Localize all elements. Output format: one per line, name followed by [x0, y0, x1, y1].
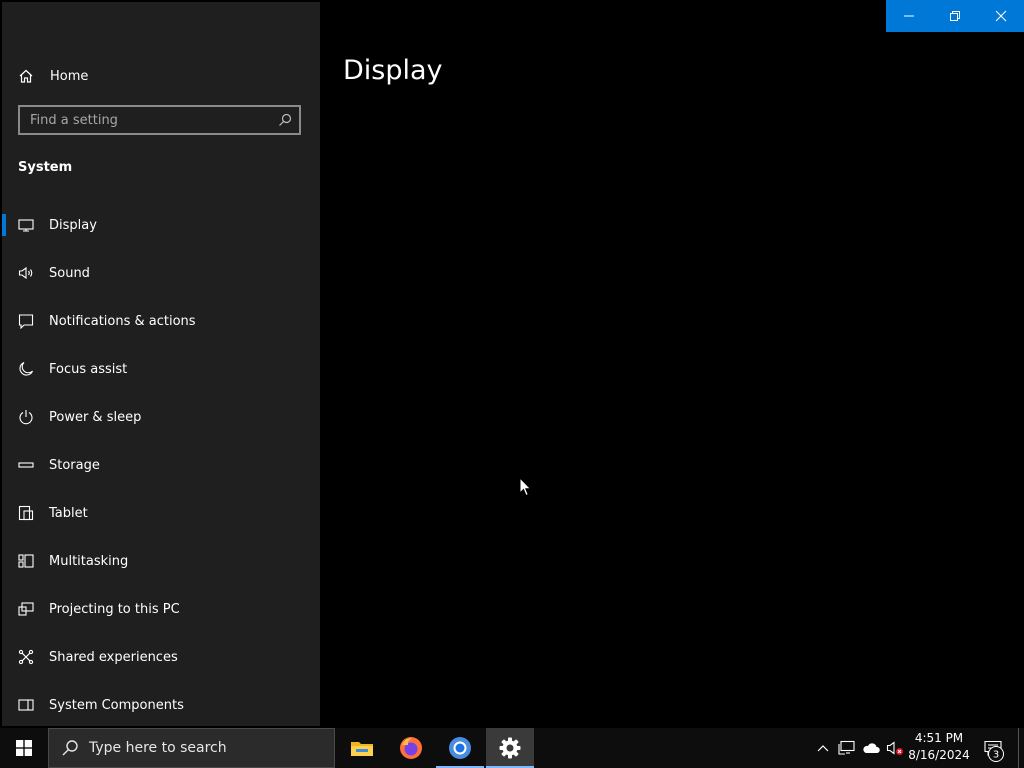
sidebar-item-label: Notifications & actions: [49, 313, 196, 329]
search-icon: [62, 740, 78, 756]
chevron-up-icon: [817, 745, 829, 752]
sidebar-item-power-sleep[interactable]: Power & sleep: [2, 393, 320, 441]
taskbar-chrome[interactable]: [436, 728, 484, 768]
sidebar-item-label: System Components: [49, 697, 184, 713]
windows-logo-icon: [16, 740, 32, 756]
notification-count-badge: 3: [988, 746, 1004, 762]
taskbar-firefox[interactable]: [387, 728, 435, 768]
onedrive-tray-button[interactable]: [860, 728, 882, 768]
page-title: Display: [343, 55, 443, 86]
close-button[interactable]: [978, 0, 1024, 32]
taskbar-settings[interactable]: [486, 728, 534, 768]
shared-experiences-icon: [18, 649, 34, 665]
restore-icon: [950, 11, 960, 21]
tablet-icon: [18, 505, 34, 521]
minimize-button[interactable]: [886, 0, 932, 32]
volume-muted-icon: [886, 741, 903, 755]
storage-icon: [18, 457, 34, 473]
sidebar-item-system-components[interactable]: System Components: [2, 681, 320, 729]
mouse-cursor-icon: [519, 477, 532, 497]
sidebar-item-label: Tablet: [49, 505, 88, 521]
monitor-icon: [18, 217, 34, 233]
taskbar-search-box[interactable]: Type here to search: [48, 728, 335, 768]
find-setting-input[interactable]: Find a setting: [18, 105, 301, 135]
section-title: System: [18, 160, 73, 175]
settings-window: Home Find a setting System Display Sound…: [0, 0, 1024, 728]
settings-nav: Display Sound Notifications & actions Fo…: [2, 201, 320, 729]
projecting-icon: [18, 601, 34, 617]
sidebar-item-notifications[interactable]: Notifications & actions: [2, 297, 320, 345]
speaker-icon: [18, 265, 34, 281]
taskbar-search-placeholder: Type here to search: [89, 740, 227, 756]
sidebar-item-label: Multitasking: [49, 553, 129, 569]
sidebar-item-multitasking[interactable]: Multitasking: [2, 537, 320, 585]
power-icon: [18, 409, 34, 425]
restore-button[interactable]: [932, 0, 978, 32]
sidebar-item-display[interactable]: Display: [2, 201, 320, 249]
system-clock[interactable]: 4:51 PM 8/16/2024: [905, 730, 973, 766]
sidebar-item-label: Shared experiences: [49, 649, 178, 665]
sidebar-item-tablet[interactable]: Tablet: [2, 489, 320, 537]
home-label: Home: [50, 68, 89, 84]
sidebar-item-label: Power & sleep: [49, 409, 142, 425]
home-link[interactable]: Home: [18, 64, 88, 88]
file-explorer-icon: [351, 742, 373, 756]
home-icon: [19, 69, 33, 83]
network-icon: [838, 740, 855, 755]
chrome-icon: [449, 737, 471, 759]
sidebar-item-storage[interactable]: Storage: [2, 441, 320, 489]
sidebar-item-label: Sound: [49, 265, 90, 281]
show-desktop-button[interactable]: [1018, 728, 1024, 768]
sidebar-item-projecting[interactable]: Projecting to this PC: [2, 585, 320, 633]
taskbar: Type here to search 4:51 PM 8/16/2024: [0, 728, 1024, 768]
sidebar-item-label: Focus assist: [49, 361, 128, 377]
volume-tray-button[interactable]: [884, 728, 906, 768]
multitasking-icon: [18, 553, 34, 569]
sidebar-item-label: Display: [49, 217, 97, 233]
cloud-icon: [863, 743, 880, 753]
search-icon[interactable]: [278, 113, 292, 127]
settings-gear-icon: [499, 737, 521, 759]
firefox-icon: [400, 737, 422, 759]
system-components-icon: [18, 697, 34, 713]
notification-icon: [18, 313, 34, 329]
show-hidden-icons-button[interactable]: [814, 728, 832, 768]
clock-date: 8/16/2024: [908, 748, 970, 762]
window-caption-buttons: [886, 0, 1024, 32]
clock-time: 4:51 PM: [914, 731, 964, 745]
minimize-icon: [904, 15, 914, 17]
sidebar-item-shared-experiences[interactable]: Shared experiences: [2, 633, 320, 681]
find-setting-placeholder: Find a setting: [30, 112, 118, 128]
network-tray-button[interactable]: [836, 728, 858, 768]
sidebar-item-label: Projecting to this PC: [49, 601, 180, 617]
sidebar-item-focus-assist[interactable]: Focus assist: [2, 345, 320, 393]
sidebar-item-sound[interactable]: Sound: [2, 249, 320, 297]
taskbar-file-explorer[interactable]: [338, 728, 386, 768]
close-icon: [995, 10, 1007, 22]
start-button[interactable]: [0, 728, 48, 768]
sidebar-item-label: Storage: [49, 457, 100, 473]
moon-icon: [18, 361, 34, 377]
notification-count: 3: [993, 750, 999, 761]
settings-sidebar: Home Find a setting System Display Sound…: [2, 2, 320, 726]
